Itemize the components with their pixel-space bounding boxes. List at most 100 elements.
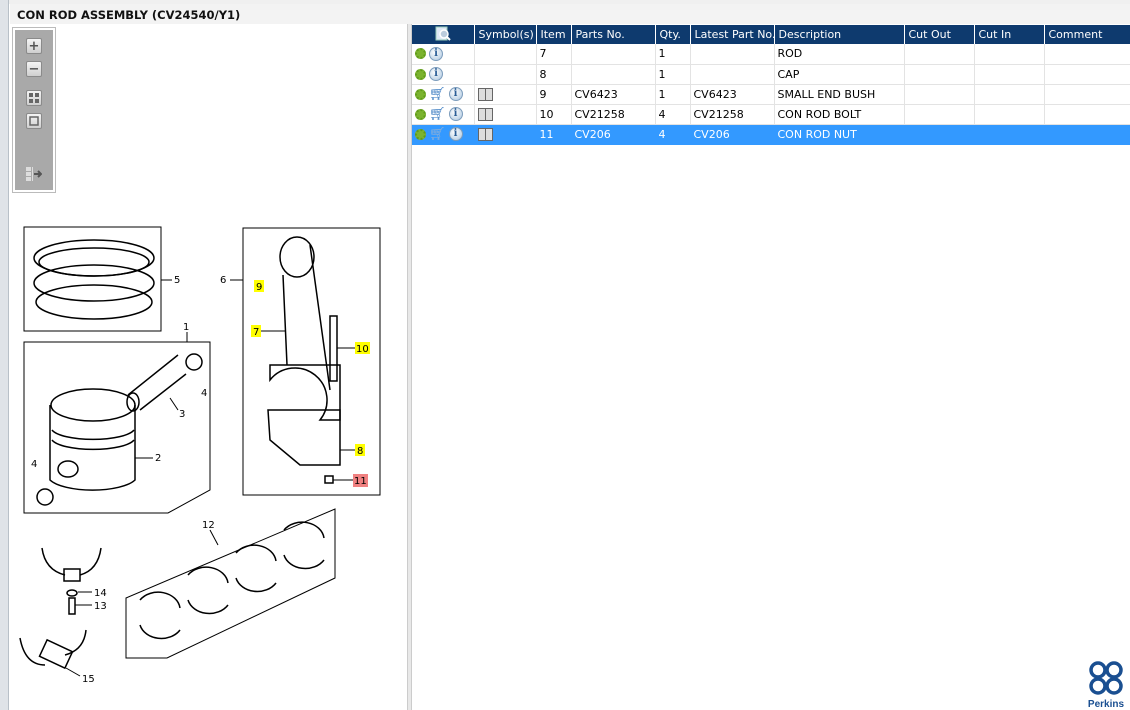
piston [36,353,203,506]
info-icon[interactable]: i [448,107,463,121]
book-icon[interactable] [477,127,493,141]
table-row[interactable]: 🛒︎ i 11 CV206 4 CV206 CON ROD NUT [412,124,1130,145]
row-actions: i [412,44,475,65]
item-cell: 8 [536,64,572,85]
rings-box [23,226,162,332]
latest-part-no-cell: CV21258 [690,104,775,125]
cut-in-cell [974,64,1045,85]
cut-in-cell [974,44,1045,65]
callout-11[interactable]: 11 [354,476,367,487]
item-cell: 11 [536,124,572,145]
latest-part-no-cell: CV6423 [690,84,775,105]
table-row[interactable]: 🛒︎ i 9 CV6423 1 CV6423 SMALL END BUSH [412,84,1130,105]
cut-out-cell [904,44,975,65]
latest-part-no-cell: CV206 [690,124,775,145]
brand-name: Perkins [1087,699,1125,710]
callout-4[interactable]: 4 [201,388,207,399]
parts-no-cell: CV6423 [571,84,656,105]
item-cell: 9 [536,84,572,105]
latest-part-no-cell [690,44,775,65]
search-document-icon [435,26,451,41]
parts-no-cell: CV21258 [571,104,656,125]
callout-15[interactable]: 15 [82,674,95,685]
info-icon[interactable]: i [448,127,463,141]
column-description[interactable]: Description [774,25,905,44]
callout-2[interactable]: 2 [155,453,161,464]
parts-no-cell [571,44,656,65]
gear-icon[interactable] [415,88,426,100]
symbols-cell [474,44,537,65]
title-bar [408,4,1130,24]
description-cell: CAP [774,64,905,85]
row-actions: 🛒︎ i [412,104,475,125]
column-parts-no[interactable]: Parts No. [571,25,656,44]
item-cell: 7 [536,44,572,65]
callout-14[interactable]: 14 [94,588,107,599]
row-actions: 🛒︎ i [412,124,475,145]
symbols-cell [474,104,537,125]
parts-diagram[interactable]: 5 1 3 2 4 4 6 9 7 10 8 11 12 14 13 15 [0,0,407,710]
perkins-logo: Perkins [1086,660,1126,710]
callout-10[interactable]: 10 [356,344,369,355]
parts-table: Symbol(s) Item Parts No. Qty. Latest Par… [412,25,1130,145]
item-cell: 10 [536,104,572,125]
callout-9[interactable]: 9 [256,282,262,293]
comment-cell [1044,84,1130,105]
piston-cooling-jet [19,547,102,670]
qty-cell: 4 [655,104,691,125]
symbols-cell [474,124,537,145]
qty-cell: 4 [655,124,691,145]
cut-in-cell [974,84,1045,105]
callout-13[interactable]: 13 [94,601,107,612]
gear-icon[interactable] [415,128,426,140]
info-icon[interactable]: i [429,67,443,81]
gear-icon[interactable] [415,108,426,120]
description-cell: CON ROD BOLT [774,104,905,125]
info-icon[interactable]: i [429,46,443,61]
column-item[interactable]: Item [536,25,572,44]
cut-out-cell [904,84,975,105]
perkins-emblem-icon [1089,661,1123,695]
cut-out-cell [904,64,975,85]
gear-icon[interactable] [415,48,426,60]
gear-icon[interactable] [415,68,426,80]
cart-icon[interactable]: 🛒︎ [429,88,446,101]
bearings-box [125,508,336,659]
qty-cell: 1 [655,84,691,105]
column-cut-out[interactable]: Cut Out [904,25,975,44]
cut-out-cell [904,124,975,145]
column-comment[interactable]: Comment [1044,25,1130,44]
callout-12[interactable]: 12 [202,520,215,531]
comment-cell [1044,124,1130,145]
cart-icon[interactable]: 🛒︎ [429,108,446,121]
callout-4[interactable]: 4 [31,459,37,470]
column-qty[interactable]: Qty. [655,25,691,44]
column-cut-in[interactable]: Cut In [974,25,1045,44]
qty-cell: 1 [655,64,691,85]
callout-1[interactable]: 1 [183,322,189,333]
qty-cell: 1 [655,44,691,65]
callout-7[interactable]: 7 [253,327,259,338]
table-row[interactable]: i 7 1 ROD [412,44,1130,65]
book-icon[interactable] [477,107,493,121]
parts-no-cell [571,64,656,85]
info-icon[interactable]: i [448,87,463,101]
symbols-cell [474,84,537,105]
column-symbols[interactable]: Symbol(s) [474,25,537,44]
callout-5[interactable]: 5 [174,275,180,286]
comment-cell [1044,64,1130,85]
book-icon[interactable] [477,87,493,101]
con-rod [267,236,341,484]
parts-no-cell: CV206 [571,124,656,145]
cart-icon[interactable]: 🛒︎ [429,128,446,141]
latest-part-no-cell [690,64,775,85]
callout-8[interactable]: 8 [357,446,363,457]
cut-out-cell [904,104,975,125]
column-search[interactable] [412,25,475,44]
piston-rings [33,239,155,320]
table-row[interactable]: i 8 1 CAP [412,64,1130,85]
column-latest-part-no[interactable]: Latest Part No. [690,25,775,44]
callout-3[interactable]: 3 [179,409,185,420]
callout-6[interactable]: 6 [220,275,226,286]
table-row[interactable]: 🛒︎ i 10 CV21258 4 CV21258 CON ROD BOLT [412,104,1130,125]
